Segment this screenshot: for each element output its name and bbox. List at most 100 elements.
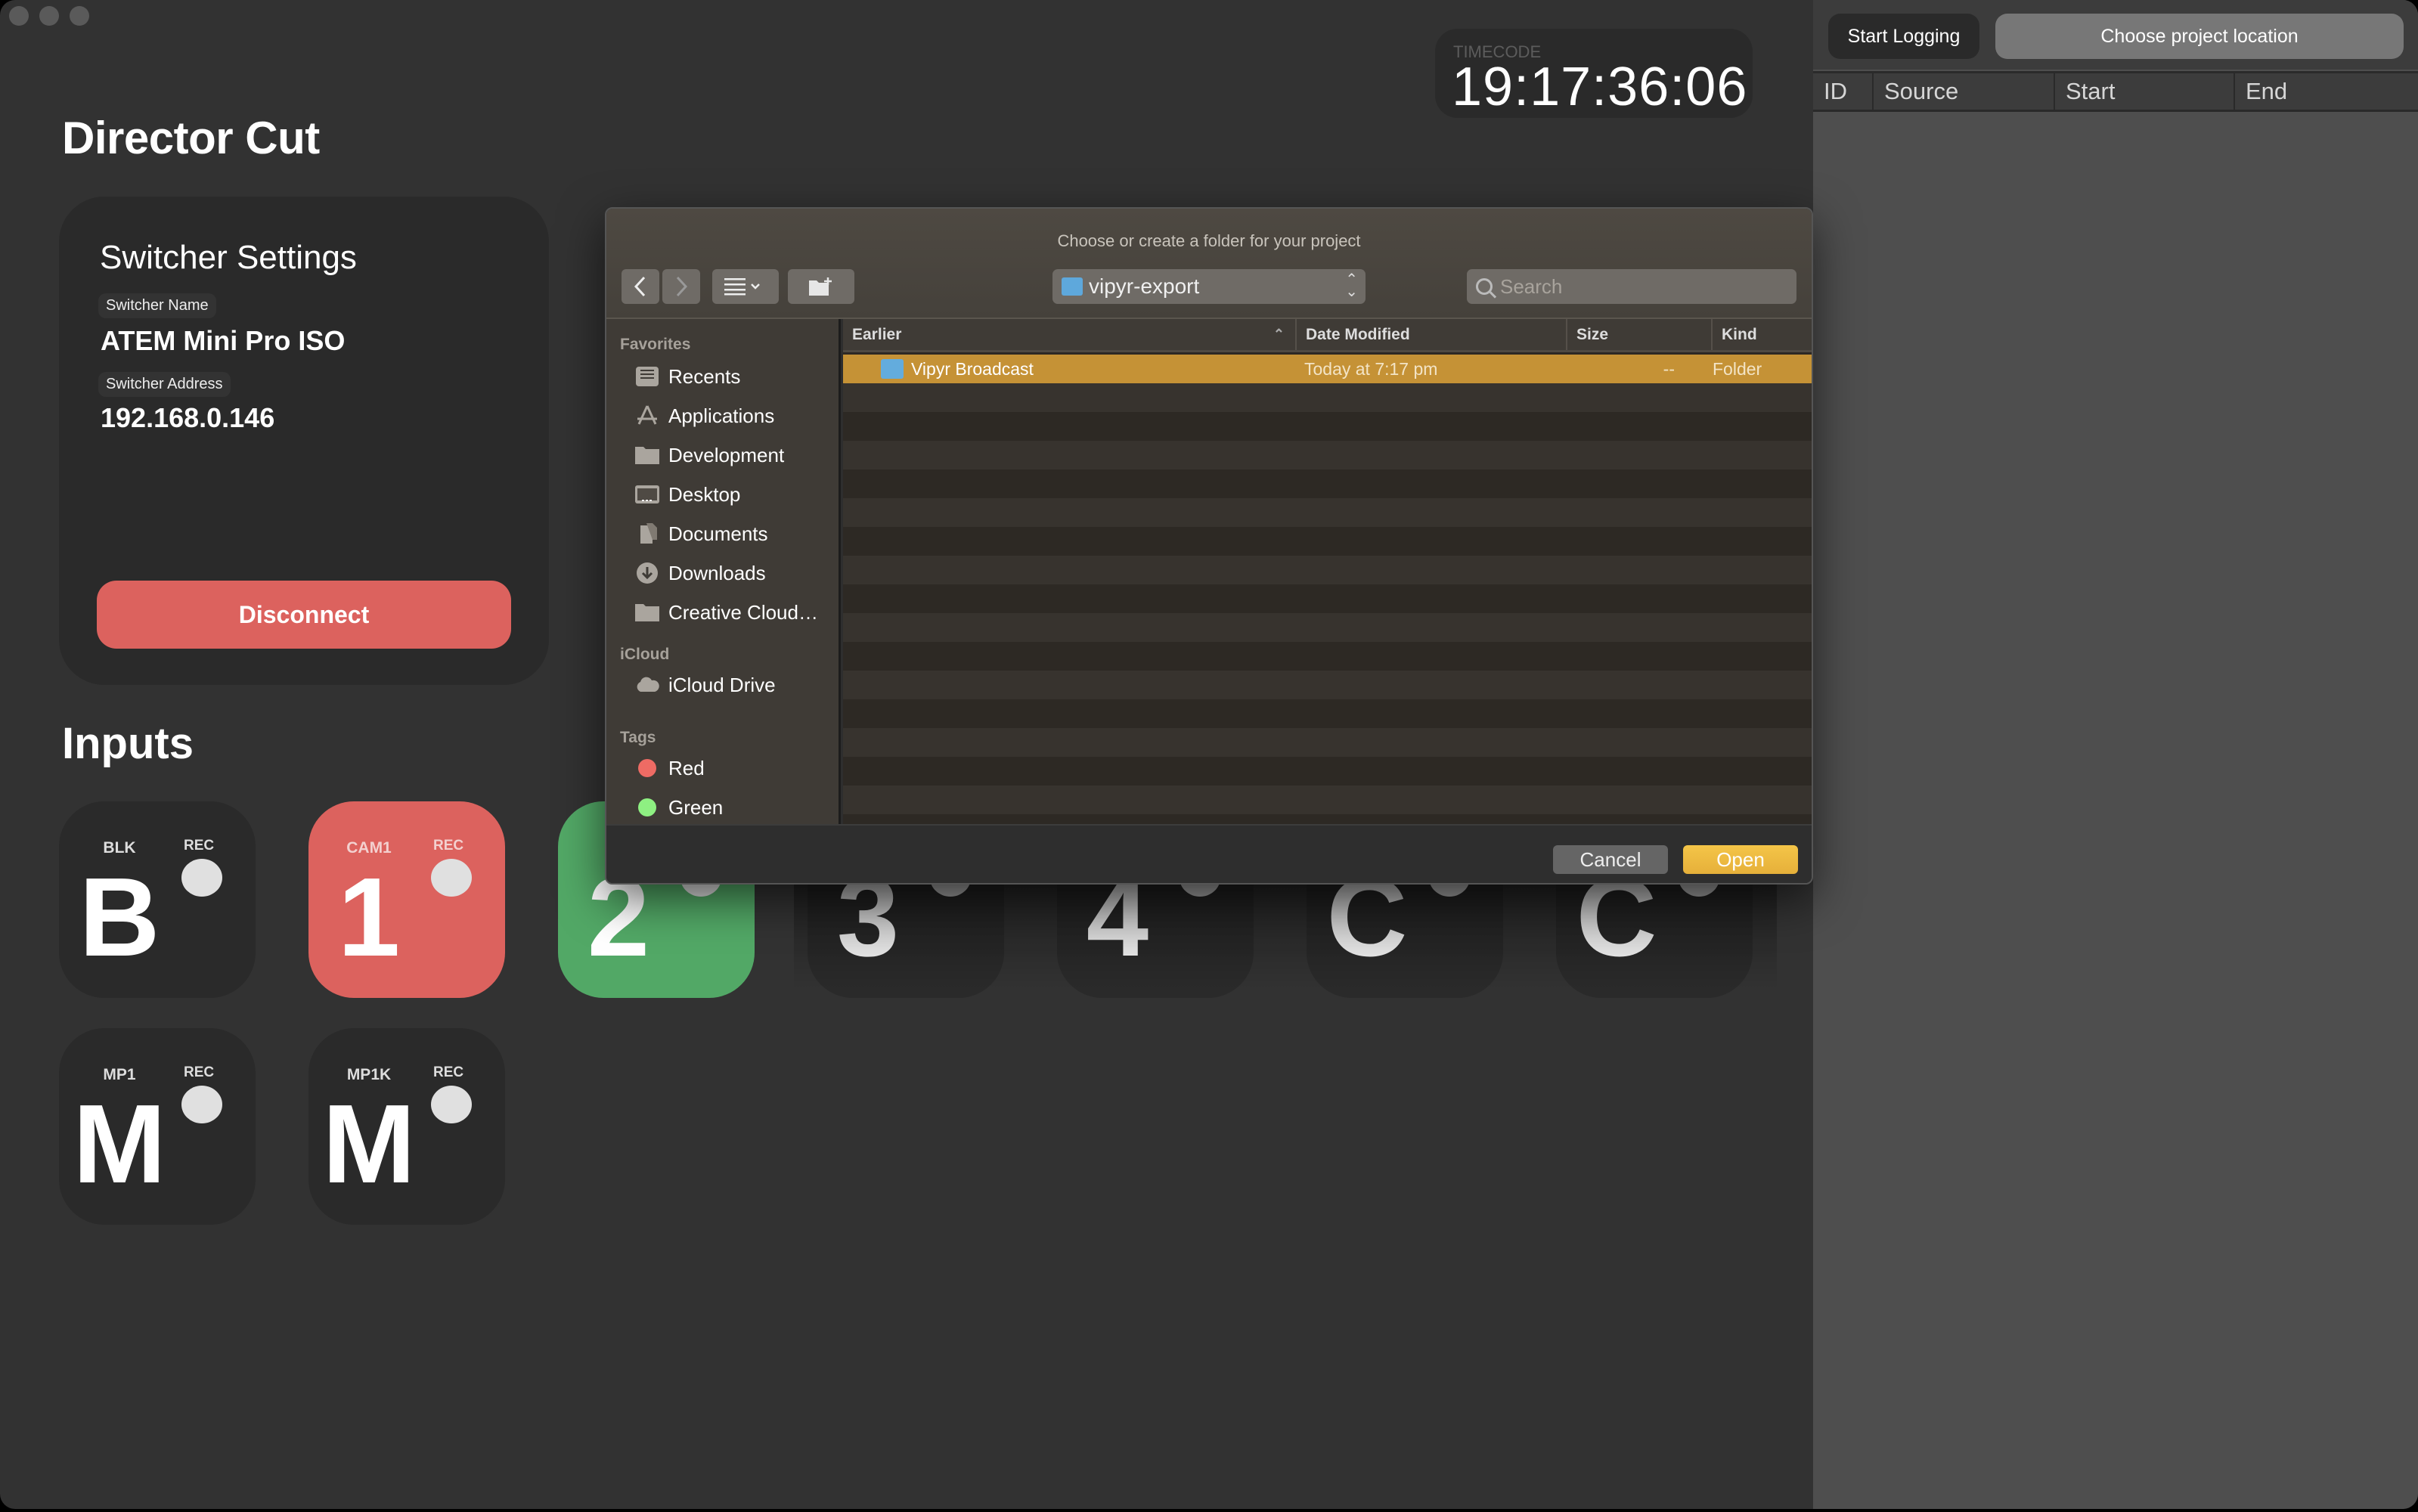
current-folder-name: vipyr-export [1089, 274, 1200, 298]
view-options-button[interactable] [712, 269, 779, 304]
sidebar-item-downloads[interactable]: Downloads [634, 558, 766, 588]
column-header-name[interactable]: Earlier ⌃ [843, 319, 1297, 350]
close-window-button[interactable] [9, 6, 29, 26]
minimize-window-button[interactable] [39, 6, 59, 26]
choose-project-location-button[interactable]: Choose project location [1995, 14, 2404, 59]
switcher-address-label: Switcher Address [98, 372, 231, 397]
input-tile[interactable]: BLK REC B [59, 801, 256, 998]
cloud-icon [634, 673, 661, 697]
sidebar-item-desktop[interactable]: Desktop [634, 479, 740, 510]
sidebar-item-development[interactable]: Development [634, 440, 784, 470]
file-list: Earlier ⌃ Date Modified Size Kind Vipyr … [843, 319, 1812, 824]
input-tile[interactable]: MP1K REC M [308, 1028, 505, 1225]
file-list-header: Earlier ⌃ Date Modified Size Kind [843, 319, 1812, 352]
back-button[interactable] [622, 269, 659, 304]
sidebar-item-label: Red [668, 756, 705, 779]
applications-icon [634, 404, 661, 428]
disconnect-button[interactable]: Disconnect [97, 581, 511, 649]
empty-row [843, 642, 1812, 671]
sidebar-item-icloud-drive[interactable]: iCloud Drive [634, 670, 776, 700]
window-controls [9, 6, 89, 26]
sidebar-item-green[interactable]: Green [634, 792, 723, 823]
column-header-source[interactable]: Source [1874, 73, 2055, 110]
column-header-id[interactable]: ID [1813, 73, 1874, 110]
sidebar-item-documents[interactable]: Documents [634, 519, 768, 549]
empty-row [843, 757, 1812, 785]
sidebar-item-creative-cloud[interactable]: Creative Cloud… [634, 597, 818, 627]
log-toolbar: Start Logging Choose project location [1813, 0, 2418, 70]
sidebar-item-applications[interactable]: Applications [634, 401, 774, 431]
switcher-name-value: ATEM Mini Pro ISO [101, 325, 346, 356]
choose-folder-dialog: Choose or create a folder for your proje… [605, 207, 1813, 885]
record-toggle[interactable] [431, 1086, 472, 1123]
dialog-footer: Cancel Open [606, 824, 1812, 883]
dialog-sidebar: Favorites Recents Applications Development… [606, 319, 841, 824]
file-name-cell: Vipyr Broadcast [843, 359, 1297, 380]
column-header-date[interactable]: Date Modified [1297, 319, 1567, 350]
input-tile[interactable]: CAM1 REC 1 [308, 801, 505, 998]
sidebar-item-label: Desktop [668, 482, 741, 506]
search-field[interactable]: Search [1467, 269, 1796, 304]
empty-row [843, 584, 1812, 613]
empty-row [843, 728, 1812, 757]
tag-color-icon [638, 759, 656, 777]
search-placeholder: Search [1500, 274, 1563, 298]
dialog-prompt: Choose or create a folder for your proje… [1057, 231, 1361, 250]
downloads-icon [634, 561, 661, 585]
empty-row [843, 469, 1812, 498]
log-table-header: ID Source Start End [1813, 71, 2418, 112]
new-folder-icon [809, 277, 832, 296]
column-header-start[interactable]: Start [2055, 73, 2235, 110]
switcher-address-value: 192.168.0.146 [101, 402, 275, 433]
file-row[interactable]: Vipyr Broadcast Today at 7:17 pm -- Folder [843, 355, 1812, 383]
rec-label: REC [433, 1064, 464, 1080]
sidebar-item-red[interactable]: Red [634, 753, 705, 783]
input-tile-letter: 1 [337, 855, 401, 980]
sort-ascending-icon: ⌃ [1273, 327, 1285, 342]
timecode-value: 19:17:36:06 [1452, 57, 1748, 117]
open-button[interactable]: Open [1683, 845, 1798, 874]
input-tile-letter: B [79, 855, 160, 980]
input-tile[interactable]: MP1 REC M [59, 1028, 256, 1225]
sidebar-item-recents[interactable]: Recents [634, 361, 740, 392]
sidebar-item-label: Recents [668, 364, 741, 388]
record-toggle[interactable] [181, 859, 222, 897]
cancel-button[interactable]: Cancel [1553, 845, 1668, 874]
zoom-window-button[interactable] [70, 6, 89, 26]
empty-row [843, 383, 1812, 412]
tags-heading: Tags [620, 729, 656, 746]
timecode-display: TIMECODE 19:17:36:06 [1435, 29, 1753, 118]
switcher-name-label: Switcher Name [98, 293, 216, 318]
recents-icon [634, 364, 661, 389]
search-icon [1476, 278, 1493, 295]
page-title: Director Cut [62, 113, 320, 163]
forward-button[interactable] [662, 269, 700, 304]
column-header-end[interactable]: End [2235, 73, 2418, 110]
updown-chevron-icon: ⌃ ⌄ [1345, 271, 1358, 300]
log-panel: Start Logging Choose project location ID… [1813, 0, 2418, 1509]
file-kind: Folder [1713, 358, 1762, 379]
sidebar-item-label: iCloud Drive [668, 673, 776, 696]
record-toggle[interactable] [431, 859, 472, 897]
empty-row [843, 785, 1812, 814]
app-window: Director Cut TIMECODE 19:17:36:06 Switch… [0, 0, 2418, 1509]
file-date: Today at 7:17 pm [1304, 358, 1438, 379]
location-popup[interactable]: vipyr-export ⌃ ⌄ [1052, 269, 1366, 304]
start-logging-button[interactable]: Start Logging [1828, 14, 1979, 59]
empty-row [843, 412, 1812, 441]
column-header-size[interactable]: Size [1567, 319, 1713, 350]
empty-row [843, 814, 1812, 824]
sidebar-item-label: Green [668, 795, 724, 819]
folder-icon [881, 359, 904, 379]
column-header-kind[interactable]: Kind [1713, 319, 1812, 350]
input-tile-letter: M [322, 1082, 416, 1207]
file-rows: Vipyr Broadcast Today at 7:17 pm -- Folder [843, 355, 1812, 824]
file-name: Vipyr Broadcast [911, 358, 1034, 379]
dialog-toolbar: Choose or create a folder for your proje… [606, 209, 1812, 319]
record-toggle[interactable] [181, 1086, 222, 1123]
new-folder-button[interactable] [788, 269, 854, 304]
empty-row [843, 527, 1812, 556]
rec-label: REC [184, 1064, 215, 1080]
list-view-icon [724, 278, 760, 296]
favorites-heading: Favorites [620, 336, 691, 353]
